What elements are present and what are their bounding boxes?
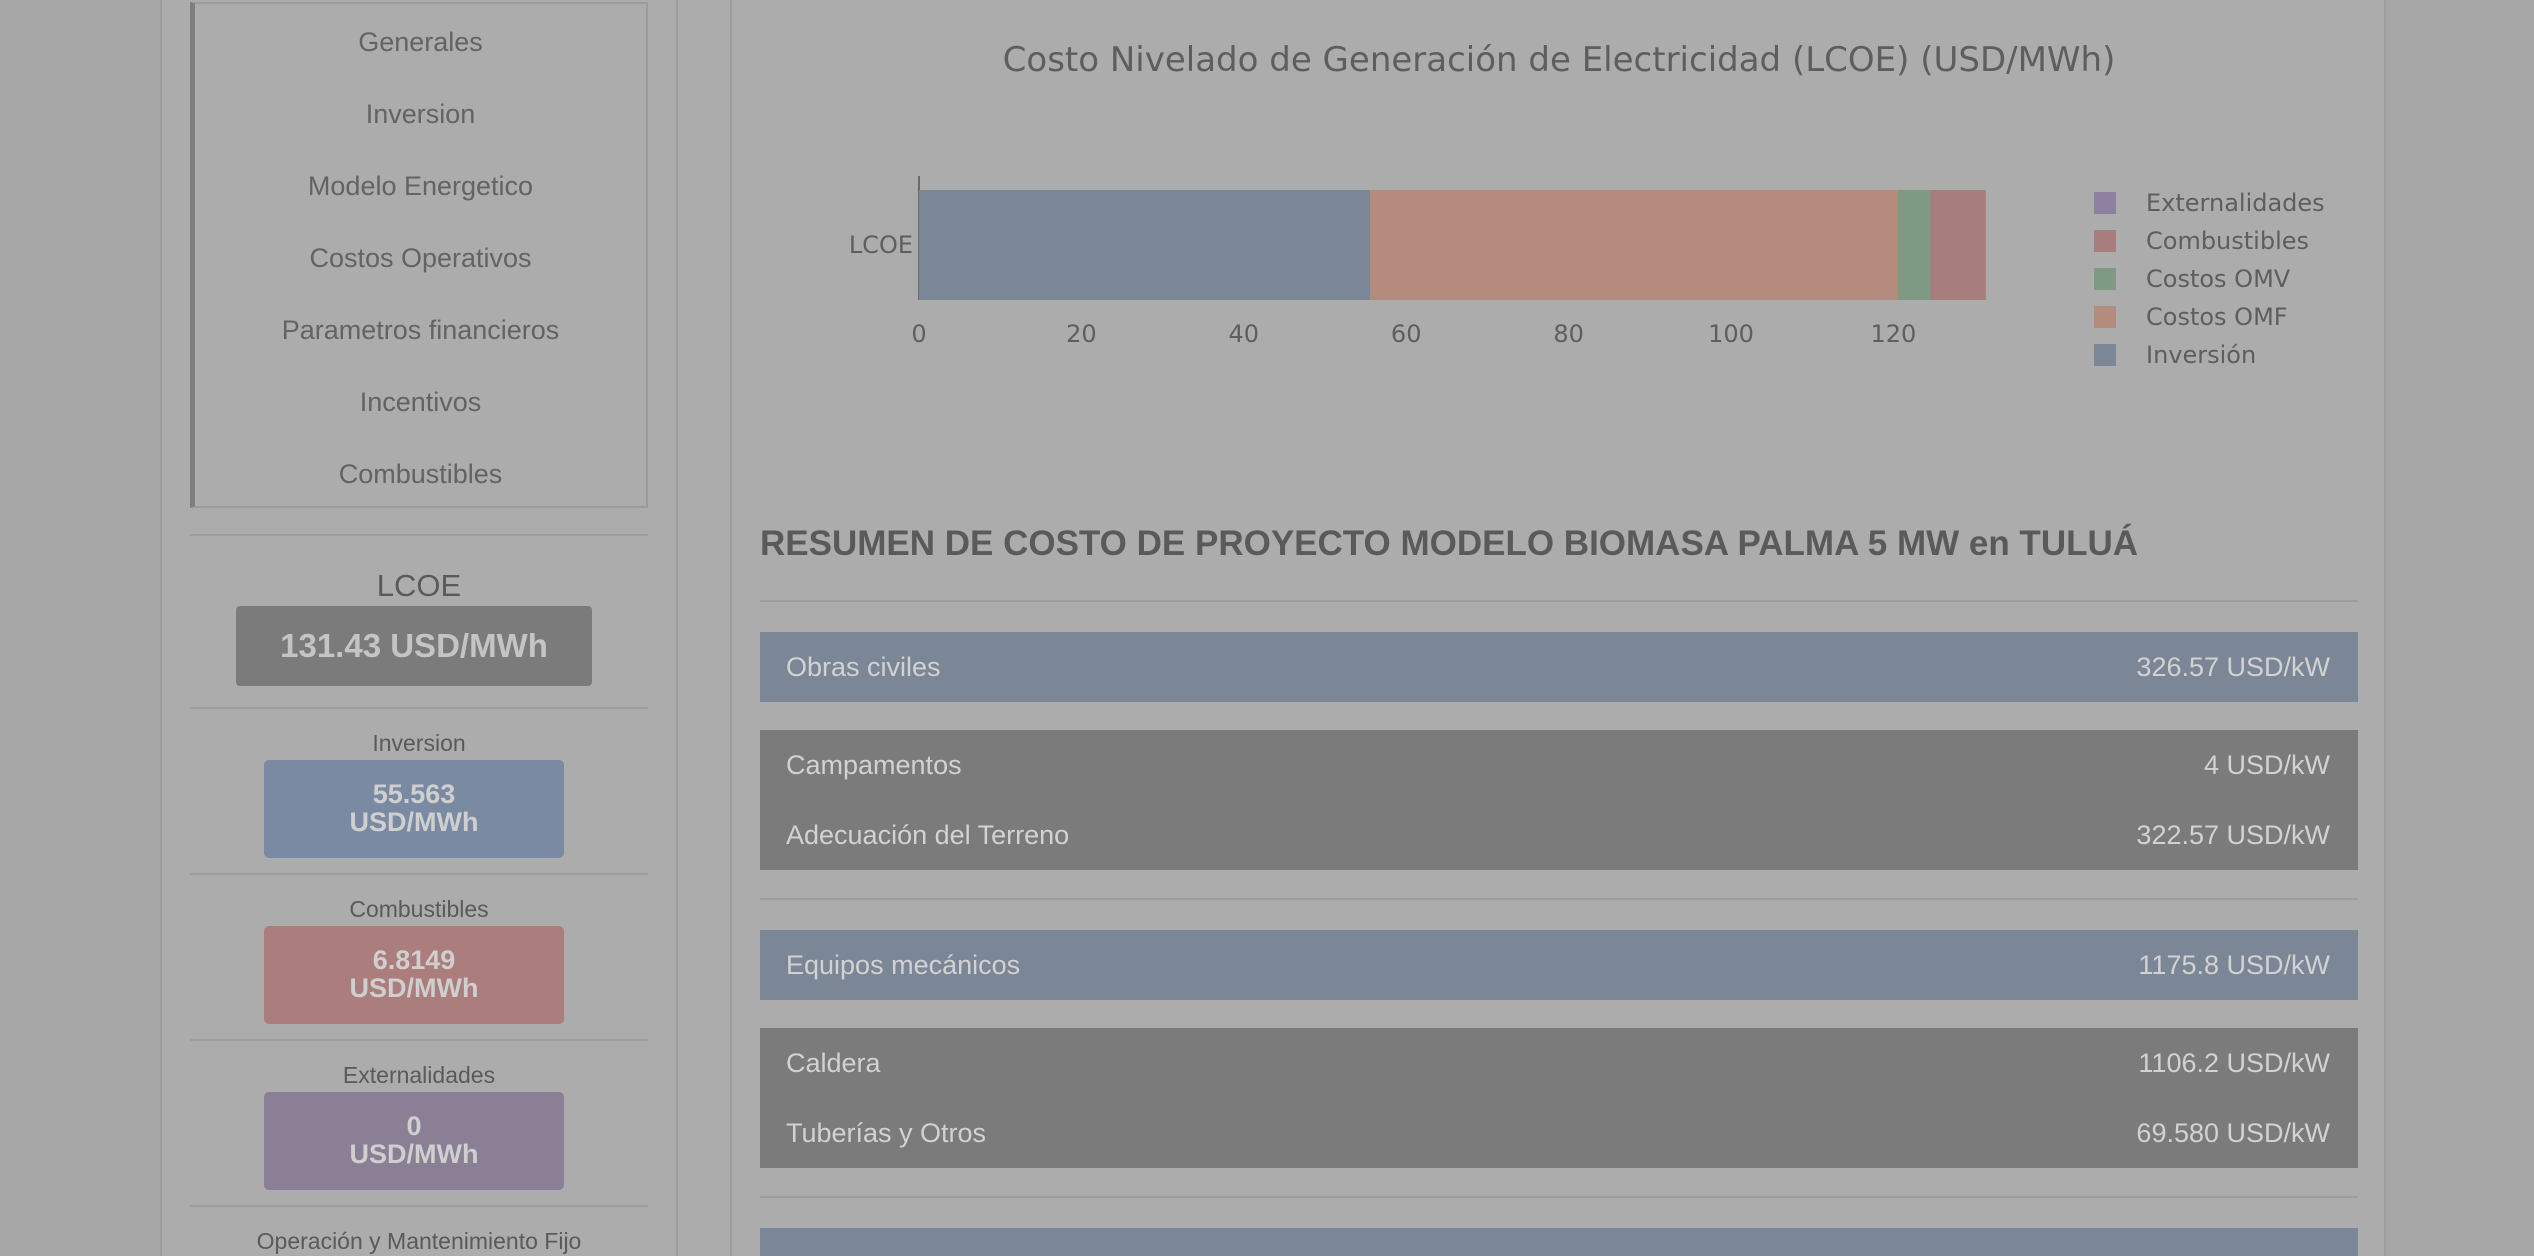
column-divider <box>676 0 678 1256</box>
x-tick-label: 100 <box>1708 320 1754 348</box>
externalidades-value: 0 <box>406 1111 422 1141</box>
item-label: Caldera <box>786 1047 881 1078</box>
lcoe-label: LCOE <box>376 568 462 603</box>
inversion-value: 55.563 <box>372 779 456 809</box>
chart-title: Costo Nivelado de Generación de Electric… <box>1002 40 2116 80</box>
legend-label: Combustibles <box>2146 227 2309 255</box>
x-tick-label: 0 <box>911 320 926 348</box>
divider <box>190 534 648 536</box>
combustibles-value: 6.8149 <box>372 945 456 975</box>
item-label: Tuberías y Otros <box>786 1117 987 1148</box>
lcoe-stacked-bar-chart: LCOE 0 20 40 60 80 100 120 Externalidades Combust… <box>849 176 2325 369</box>
legend-label: Costos OMF <box>2146 303 2288 331</box>
item-label: Adecuación del Terreno <box>786 819 1070 850</box>
legend-label: Externalidades <box>2146 189 2325 217</box>
externalidades-unit: USD/MWh <box>349 1139 479 1169</box>
section-value: 1175.8 USD/kW <box>2138 949 2330 980</box>
combustibles-label: Combustibles <box>349 896 489 922</box>
section-value: 326.57 USD/kW <box>2136 651 2330 682</box>
combustibles-value-box: 6.8149 USD/MWh <box>264 926 564 1024</box>
inversion-label: Inversion <box>372 730 466 756</box>
item-value: 69.580 USD/kW <box>2136 1117 2330 1148</box>
item-tuberias-otros: Tuberías y Otros 69.580 USD/kW <box>760 1098 2358 1168</box>
nav-item-combustibles[interactable]: Combustibles <box>195 454 646 494</box>
section-equipos-mecanicos: Equipos mecánicos 1175.8 USD/kW <box>760 930 2358 1000</box>
divider <box>760 600 2358 602</box>
x-tick-label: 120 <box>1870 320 1916 348</box>
item-adecuacion-terreno: Adecuación del Terreno 322.57 USD/kW <box>760 800 2358 870</box>
divider <box>190 1039 648 1041</box>
bar-segment-costos-omf <box>1370 190 1898 300</box>
externalidades-value-box: 0 USD/MWh <box>264 1092 564 1190</box>
item-value: 1106.2 USD/kW <box>2138 1047 2330 1078</box>
legend-label: Inversión <box>2146 341 2256 369</box>
nav-item-generales[interactable]: Generales <box>195 22 646 62</box>
legend-swatch <box>2094 268 2116 290</box>
nav-item-costos-operativos[interactable]: Costos Operativos <box>195 238 646 278</box>
summary-title: RESUMEN DE COSTO DE PROYECTO MODELO BIOM… <box>760 524 2139 563</box>
x-tick-label: 80 <box>1553 320 1584 348</box>
legend-label: Costos OMV <box>2146 265 2291 293</box>
section-label: Obras civiles <box>786 651 941 682</box>
externalidades-label: Externalidades <box>342 1062 496 1088</box>
main-content: Costo Nivelado de Generación de Electric… <box>732 0 2386 1256</box>
item-label: Campamentos <box>786 749 962 780</box>
item-value: 322.57 USD/kW <box>2136 819 2330 850</box>
divider <box>760 1196 2358 1198</box>
item-campamentos: Campamentos 4 USD/kW <box>760 730 2358 800</box>
om-fijo-label: Operación y Mantenimiento Fijo <box>256 1228 582 1254</box>
divider <box>190 1205 648 1207</box>
nav-item-inversion[interactable]: Inversion <box>195 94 646 134</box>
category-label: LCOE <box>849 231 913 259</box>
divider <box>190 873 648 875</box>
nav-item-modelo-energetico[interactable]: Modelo Energetico <box>195 166 646 206</box>
divider <box>760 898 2358 900</box>
legend-swatch <box>2094 230 2116 252</box>
divider <box>190 707 648 709</box>
nav-item-parametros-financieros[interactable]: Parametros financieros <box>195 310 646 350</box>
item-caldera: Caldera 1106.2 USD/kW <box>760 1028 2358 1098</box>
sidebar: Generales Inversion Modelo Energetico Co… <box>190 0 648 1256</box>
x-tick-label: 20 <box>1066 320 1097 348</box>
lcoe-value-badge: 131.43 USD/MWh <box>236 606 592 686</box>
section-obras-civiles: Obras civiles 326.57 USD/kW <box>760 632 2358 702</box>
combustibles-unit: USD/MWh <box>349 973 479 1003</box>
section-label: Equipos mecánicos <box>786 949 1021 980</box>
legend-swatch <box>2094 344 2116 366</box>
inversion-unit: USD/MWh <box>349 807 479 837</box>
bar-segment-costos-omv <box>1897 190 1931 300</box>
legend-swatch <box>2094 192 2116 214</box>
x-tick-label: 60 <box>1391 320 1422 348</box>
bar-segment-combustibles <box>1930 190 1986 300</box>
section-next-partial <box>760 1228 2358 1256</box>
item-value: 4 USD/kW <box>2203 749 2330 780</box>
legend-swatch <box>2094 306 2116 328</box>
nav-panel: Generales Inversion Modelo Energetico Co… <box>190 2 648 508</box>
bar-segment-inversi-n <box>919 190 1371 300</box>
nav-item-incentivos[interactable]: Incentivos <box>195 382 646 422</box>
x-tick-label: 40 <box>1229 320 1260 348</box>
inversion-value-box: 55.563 USD/MWh <box>264 760 564 858</box>
